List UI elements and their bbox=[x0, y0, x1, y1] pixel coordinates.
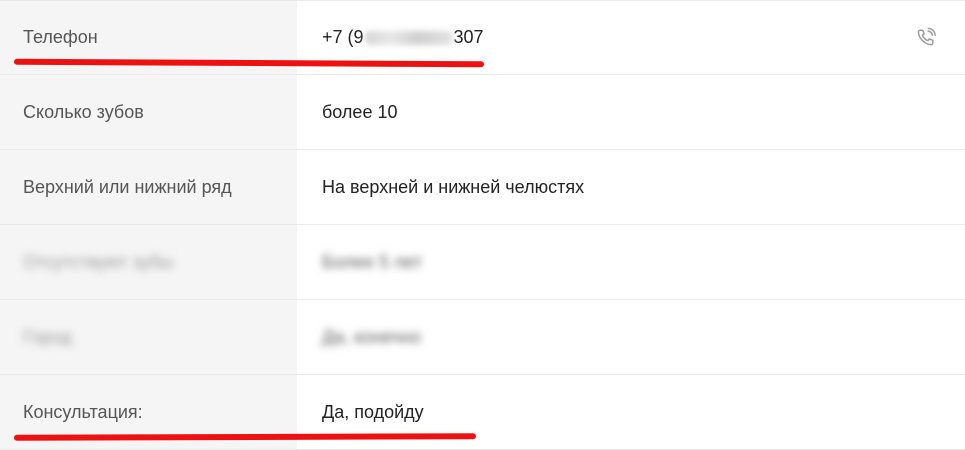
row-jaw: Верхний или нижний ряд На верхней и нижн… bbox=[0, 150, 965, 225]
row-blurred-2: Город Да, конечно bbox=[0, 300, 965, 375]
row-value-jaw: На верхней и нижней челюстях bbox=[322, 176, 585, 197]
row-teeth-count: Сколько зубов более 10 bbox=[0, 75, 965, 150]
lead-details-table: Телефон +7 (9 307 Сколько зубов более 10 … bbox=[0, 0, 965, 450]
row-value-blurred-1: Более 5 лет bbox=[322, 251, 423, 272]
row-value-teeth-count: более 10 bbox=[322, 101, 398, 122]
row-label-teeth-count: Сколько зубов bbox=[0, 75, 297, 149]
phone-redaction bbox=[364, 30, 453, 45]
row-label-blurred-2: Город bbox=[23, 326, 72, 347]
row-blurred-1: Отсутствуют зубы Более 5 лет bbox=[0, 225, 965, 300]
phone-prefix: +7 (9 bbox=[322, 27, 364, 47]
row-value-blurred-2: Да, конечно bbox=[322, 326, 421, 347]
row-label-jaw: Верхний или нижний ряд bbox=[0, 150, 297, 224]
phone-suffix: 307 bbox=[453, 27, 484, 47]
row-label-blurred-1: Отсутствуют зубы bbox=[23, 251, 174, 272]
phone-call-icon[interactable] bbox=[915, 27, 937, 49]
